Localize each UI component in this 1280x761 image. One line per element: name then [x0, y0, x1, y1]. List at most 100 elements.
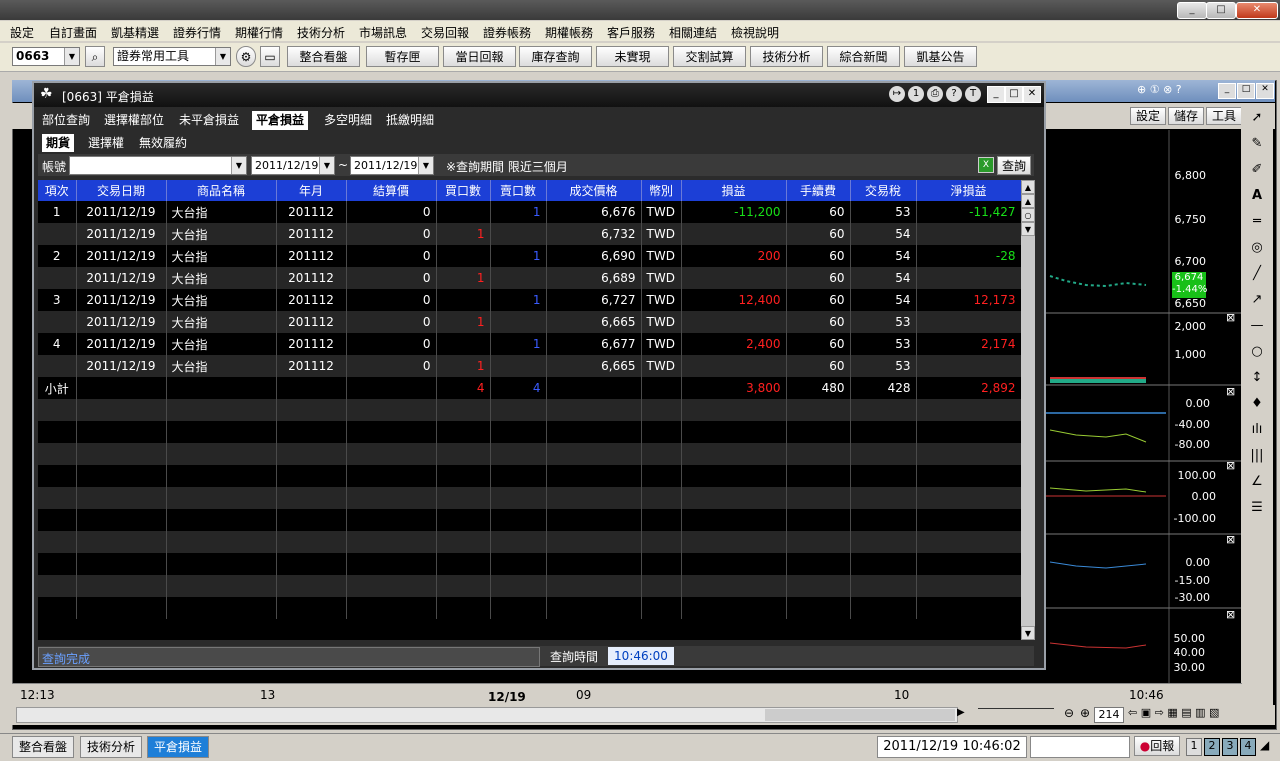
- chart-window-icons[interactable]: ⊕ ① ⊗ ?: [1137, 83, 1182, 96]
- table-scrollbar[interactable]: ▲ ▲ ○ ▼ ▼: [1021, 180, 1035, 640]
- maximize-button[interactable]: □: [1206, 2, 1236, 19]
- close-panel-icon[interactable]: ⊠: [1226, 533, 1235, 546]
- subtab-invalid-exercise[interactable]: 無效履約: [139, 134, 187, 152]
- vertical-lines-icon[interactable]: |||: [1249, 448, 1265, 463]
- layout-1-button[interactable]: 1: [1186, 738, 1202, 756]
- close-button[interactable]: ✕: [1236, 2, 1278, 19]
- minimize-button[interactable]: _: [1177, 2, 1207, 19]
- unrealized-button[interactable]: 未實現: [596, 46, 669, 67]
- scroll-page-down-icon[interactable]: ▼: [1021, 222, 1035, 236]
- one-icon[interactable]: 1: [908, 86, 924, 102]
- zoom-in-icon[interactable]: ⊕: [1080, 706, 1090, 720]
- fan-icon[interactable]: ∠: [1249, 474, 1265, 489]
- column-header[interactable]: 幣別: [641, 180, 682, 201]
- help-icon[interactable]: ?: [946, 86, 962, 102]
- layout-2-button[interactable]: 2: [1204, 738, 1220, 756]
- bottom-tab-integrated[interactable]: 整合看盤: [12, 736, 75, 758]
- tab-long-short-detail[interactable]: 多空明細: [324, 111, 372, 130]
- stock-code-combo[interactable]: 0663 ▼: [12, 47, 80, 66]
- column-header[interactable]: 買口數: [436, 180, 491, 201]
- chart-save-button[interactable]: 儲存: [1168, 107, 1204, 125]
- menu-customer-service[interactable]: 客戶服務: [607, 24, 655, 41]
- menu-stock-quotes[interactable]: 證券行情: [173, 24, 221, 41]
- clipboard-button[interactable]: 暫存匣: [366, 46, 439, 67]
- circle-icon[interactable]: ○: [1249, 344, 1265, 359]
- menu-technical-analysis[interactable]: 技術分析: [297, 24, 345, 41]
- topmost-icon[interactable]: T: [965, 86, 981, 102]
- layout-4-button[interactable]: 4: [1240, 738, 1256, 756]
- text-icon[interactable]: A: [1249, 188, 1265, 203]
- return-button[interactable]: ●回報: [1134, 736, 1180, 756]
- dialog-maximize-button[interactable]: □: [1005, 86, 1023, 103]
- column-header[interactable]: 交易日期: [76, 180, 167, 201]
- tab-collateral-detail[interactable]: 抵繳明細: [386, 111, 434, 130]
- search-icon[interactable]: ⌕: [85, 46, 105, 67]
- message-field[interactable]: [1030, 736, 1130, 758]
- settlement-calc-button[interactable]: 交割試算: [673, 46, 746, 67]
- table-row[interactable]: 4 2011/12/19 大台指 201112 0 1 6,677 TWD 2,400 60 53 2…: [38, 333, 1021, 355]
- close-panel-icon[interactable]: ⊠: [1226, 459, 1235, 472]
- excel-export-icon[interactable]: X: [978, 157, 994, 173]
- bottom-tab-closed-pl[interactable]: 平倉損益: [147, 736, 210, 758]
- table-row[interactable]: 3 2011/12/19 大台指 201112 0 1 6,727 TWD 12,400 60 54…: [38, 289, 1021, 311]
- date-to-field[interactable]: 2011/12/19 ▼: [350, 156, 434, 175]
- chart-nav-icons[interactable]: ⇦ ▣ ⇨ ▦ ▤ ▥ ▧: [1128, 706, 1219, 719]
- column-header[interactable]: 手續費: [786, 180, 851, 201]
- pointer-icon[interactable]: ➚: [1249, 110, 1265, 125]
- menu-help[interactable]: 檢視說明: [731, 24, 779, 41]
- query-button[interactable]: 查詢: [997, 156, 1031, 175]
- table-row[interactable]: 2011/12/19 大台指 201112 0 1 6,689 TWD 60 54: [38, 267, 1021, 289]
- tab-options-position[interactable]: 選擇權部位: [104, 111, 164, 130]
- zoom-out-icon[interactable]: ⊖: [1064, 706, 1074, 720]
- menu-market-news[interactable]: 市場訊息: [359, 24, 407, 41]
- column-header[interactable]: 年月: [276, 180, 347, 201]
- chevron-down-icon[interactable]: ▼: [231, 157, 246, 174]
- scroll-down-icon[interactable]: ▼: [1021, 626, 1035, 640]
- column-header[interactable]: 結算價: [346, 180, 437, 201]
- menu-kgi-picks[interactable]: 凱基精選: [111, 24, 159, 41]
- chart-tools-button[interactable]: 工具: [1206, 107, 1242, 125]
- column-header[interactable]: 賣口數: [490, 180, 547, 201]
- tab-closed-pl[interactable]: 平倉損益: [252, 111, 309, 130]
- table-row[interactable]: 2011/12/19 大台指 201112 0 1 6,665 TWD 60 53: [38, 355, 1021, 377]
- inventory-query-button[interactable]: 庫存查詢: [519, 46, 592, 67]
- menu-stock-account[interactable]: 證券帳務: [483, 24, 531, 41]
- resize-grip-icon[interactable]: ◢: [1260, 738, 1269, 752]
- menu-trade-reports[interactable]: 交易回報: [421, 24, 469, 41]
- dock-icon[interactable]: ↦: [889, 86, 905, 102]
- column-header[interactable]: 交易稅: [850, 180, 917, 201]
- scroll-thumb[interactable]: [765, 709, 955, 721]
- eraser-all-icon[interactable]: ✐: [1249, 162, 1265, 177]
- chart-maximize-button[interactable]: □: [1237, 83, 1255, 99]
- integrated-view-button[interactable]: 整合看盤: [287, 46, 360, 67]
- bars-icon[interactable]: ılı: [1249, 422, 1265, 437]
- calendar-dropdown-icon[interactable]: ▼: [418, 157, 433, 174]
- chevron-down-icon[interactable]: ▼: [215, 48, 230, 65]
- table-row[interactable]: 2 2011/12/19 大台指 201112 0 1 6,690 TWD 200 60 54 -28: [38, 245, 1021, 267]
- news-button[interactable]: 綜合新聞: [827, 46, 900, 67]
- tab-unrealized-pl[interactable]: 未平倉損益: [179, 111, 239, 130]
- menu-futures-account[interactable]: 期權帳務: [545, 24, 593, 41]
- line-icon[interactable]: ╱: [1249, 266, 1265, 281]
- tool-select-combo[interactable]: 證券常用工具 ▼: [113, 47, 231, 66]
- subtab-futures[interactable]: 期貨: [42, 134, 75, 152]
- subtotal-row[interactable]: 小計 4 4 3,800 480 428 2,892: [38, 377, 1021, 399]
- dialog-close-button[interactable]: ✕: [1023, 86, 1041, 103]
- chart-scrollbar[interactable]: [16, 707, 958, 723]
- horizontal-line-icon[interactable]: —: [1249, 318, 1265, 333]
- scroll-thumb-icon[interactable]: ○: [1021, 208, 1035, 222]
- paint-icon[interactable]: ◎: [1249, 240, 1265, 255]
- tab-position-query[interactable]: 部位查詢: [42, 111, 90, 130]
- menu-futures-quotes[interactable]: 期權行情: [235, 24, 283, 41]
- announcement-button[interactable]: 凱基公告: [904, 46, 977, 67]
- column-header[interactable]: 淨損益: [916, 180, 1021, 201]
- table-row[interactable]: 1 2011/12/19 大台指 201112 0 1 6,676 TWD -11,200 60 5…: [38, 201, 1021, 223]
- fibonacci-icon[interactable]: ☰: [1249, 500, 1265, 515]
- column-header[interactable]: 損益: [681, 180, 787, 201]
- column-header[interactable]: 成交價格: [546, 180, 642, 201]
- eraser-icon[interactable]: ✎: [1249, 136, 1265, 151]
- close-panel-icon[interactable]: ⊠: [1226, 608, 1235, 621]
- print-icon[interactable]: ⎙: [927, 86, 943, 102]
- menu-settings[interactable]: 設定: [10, 24, 34, 41]
- subtab-options[interactable]: 選擇權: [88, 134, 124, 152]
